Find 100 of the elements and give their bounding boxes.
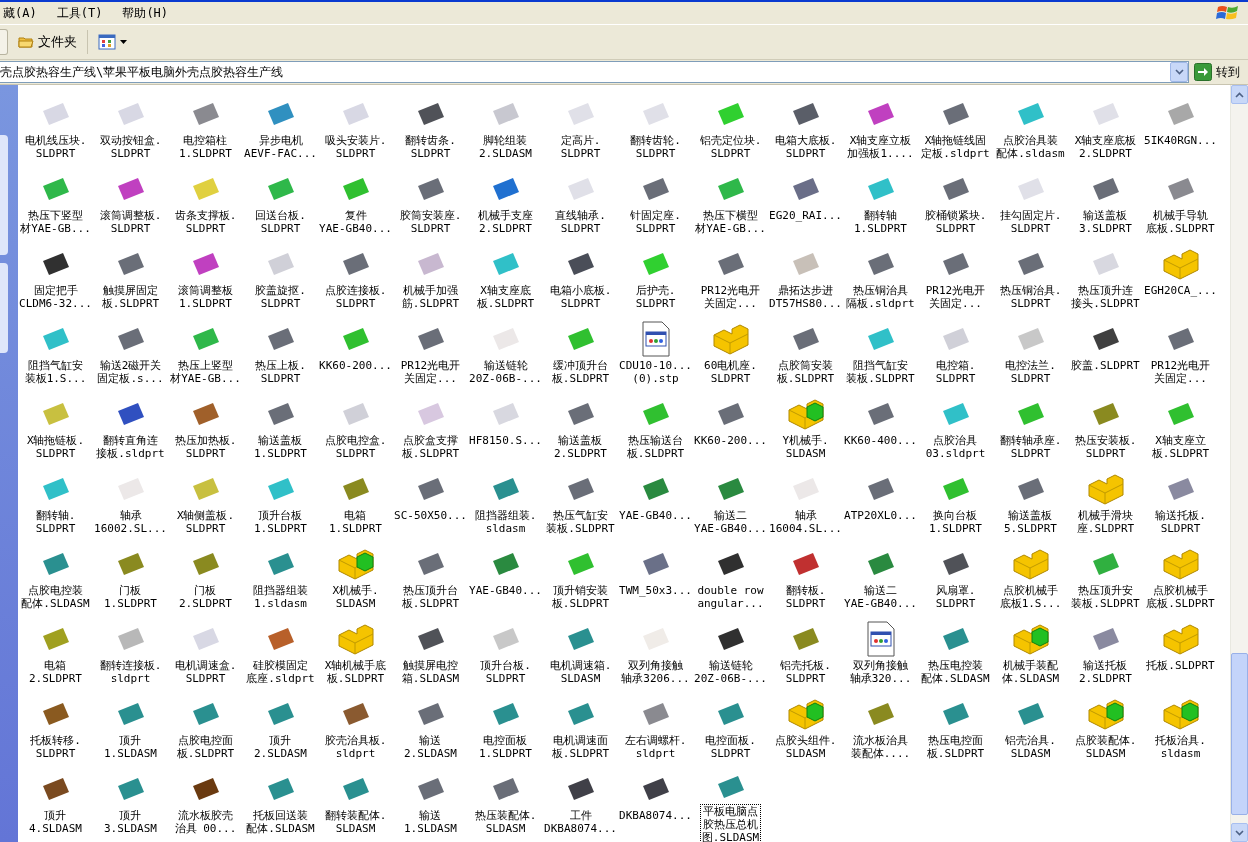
file-name[interactable]: 工件 DKBA8074...	[542, 808, 619, 836]
file-name[interactable]: X轴拖链线固 定板.sldprt	[919, 133, 992, 161]
file-name[interactable]: 胶壳治具板. sldprt	[322, 733, 389, 761]
file-name[interactable]: 翻转轴 1.SLDPRT	[852, 208, 909, 236]
file-name[interactable]: 点胶电控面 板.SLDPRT	[174, 733, 237, 761]
file-name[interactable]: 顶升 3.SLDASM	[102, 808, 159, 836]
file-name[interactable]: TWM_50x3...	[617, 583, 694, 598]
file-name[interactable]: 滚筒调整板. SLDPRT	[97, 208, 164, 236]
file-name[interactable]: 吸头安装片. SLDPRT	[322, 133, 389, 161]
file-name[interactable]: 电控箱. SLDPRT	[933, 358, 978, 386]
file-name[interactable]: 热压顶升安 装板.SLDPRT	[1069, 583, 1142, 611]
scrollbar[interactable]	[1230, 85, 1248, 842]
file-name[interactable]: 顶升 1.SLDASM	[102, 733, 159, 761]
file-name[interactable]: 电控法兰. SLDPRT	[1003, 358, 1058, 386]
file-name[interactable]: 直线轴承. SLDPRT	[553, 208, 608, 236]
file-name[interactable]: 点胶治具 03.sldprt	[923, 433, 988, 461]
file-name[interactable]: 顶升 2.SLDASM	[252, 733, 309, 761]
file-name[interactable]: 热压顶升台 板.SLDPRT	[399, 583, 462, 611]
file-name[interactable]: 机械手支座 2.SLDPRT	[476, 208, 535, 236]
file-name[interactable]: ATP20XL0...	[842, 508, 919, 523]
file-name[interactable]: 硅胶模固定 底座.sldprt	[244, 658, 317, 686]
file-name[interactable]: 输送 1.SLDASM	[402, 808, 459, 836]
file-name[interactable]: 阻挡气缸安 装板1.S...	[22, 358, 89, 386]
file-name[interactable]: KK60-200...	[692, 433, 769, 448]
file-name[interactable]: 轴承 16004.SL...	[767, 508, 844, 536]
menu-item[interactable]: 帮助(H)	[119, 4, 172, 22]
file-name[interactable]: 机械手加强 筋.SLDPRT	[399, 283, 462, 311]
file-name[interactable]: 双列角接触 轴承320...	[847, 658, 914, 686]
file-name[interactable]: double row angular...	[695, 583, 766, 611]
file-name[interactable]: 机械手导轨 底板.SLDPRT	[1144, 208, 1217, 236]
file-name[interactable]: EG20_RAI...	[767, 208, 844, 223]
file-name[interactable]: 齿条支撑板. SLDPRT	[172, 208, 239, 236]
folders-button[interactable]: 文件夹	[14, 30, 81, 54]
file-name[interactable]: 热压装配体. SLDASM	[472, 808, 539, 836]
file-name[interactable]: 风扇罩. SLDPRT	[933, 583, 978, 611]
file-name[interactable]: 双动按钮盒. SLDPRT	[97, 133, 164, 161]
file-name[interactable]: 定高片. SLDPRT	[558, 133, 603, 161]
file-name[interactable]: 热压输送台 板.SLDPRT	[624, 433, 687, 461]
file-name[interactable]: 输送2磁开关 固定板.s...	[95, 358, 166, 386]
file-name[interactable]: 阻挡器组装 1.sldasm	[251, 583, 310, 611]
file-name[interactable]: 顶升台板 1.SLDPRT	[252, 508, 309, 536]
file-name[interactable]: 点胶筒安装 板.SLDPRT	[774, 358, 837, 386]
menu-item[interactable]: 藏(A)	[0, 4, 40, 22]
file-name[interactable]: 电控面板 1.SLDPRT	[477, 733, 534, 761]
file-name[interactable]: 输送托板. SLDPRT	[1153, 508, 1208, 536]
file-name[interactable]: 流水板治具 装配体....	[848, 733, 913, 761]
file-name[interactable]: 输送盖板 2.SLDPRT	[552, 433, 609, 461]
file-name[interactable]: 滚筒调整板 1.SLDPRT	[176, 283, 235, 311]
file-name[interactable]: 点胶电控盒. SLDPRT	[322, 433, 389, 461]
file-name[interactable]: 托板转移. SLDPRT	[28, 733, 83, 761]
file-name[interactable]: 门板 2.SLDPRT	[177, 583, 234, 611]
file-name[interactable]: 热压电控装 配体.SLDASM	[919, 658, 992, 686]
menu-item[interactable]: 工具(T)	[53, 4, 106, 22]
file-name[interactable]: 输送托板 2.SLDPRT	[1077, 658, 1134, 686]
file-name[interactable]: 触摸屏固定 板.SLDPRT	[99, 283, 162, 311]
file-name[interactable]: 点胶治具装 配体.sldasm	[994, 133, 1067, 161]
file-name[interactable]: 复件 YAE-GB40...	[317, 208, 394, 236]
file-name[interactable]: 翻转齿轮. SLDPRT	[628, 133, 683, 161]
file-name[interactable]: 托板治具. sldasm	[1153, 733, 1208, 761]
file-name[interactable]: PR12光电开 关固定...	[923, 283, 988, 311]
file-name[interactable]: X机械手. SLDASM	[330, 583, 381, 611]
file-name[interactable]: 电箱 2.SLDPRT	[27, 658, 84, 686]
file-name[interactable]: 后护壳. SLDPRT	[633, 283, 678, 311]
file-name[interactable]: 热压顶升连 接头.SLDPRT	[1069, 283, 1142, 311]
file-name[interactable]: 输送盖板 1.SLDPRT	[252, 433, 309, 461]
file-name[interactable]: 电机调速箱. SLDASM	[547, 658, 614, 686]
file-name[interactable]: 脚轮组装 2.SLDASM	[477, 133, 534, 161]
file-name[interactable]: 60电机座. SLDPRT	[702, 358, 759, 386]
file-name[interactable]: HF8150.S...	[467, 433, 544, 448]
file-name[interactable]: 点胶盒支撑 板.SLDPRT	[399, 433, 462, 461]
file-name[interactable]: 电机调速面 板.SLDPRT	[549, 733, 612, 761]
file-name[interactable]: YAE-GB40...	[617, 508, 694, 523]
file-name[interactable]: 输送链轮 20Z-06B-...	[692, 658, 769, 686]
file-name[interactable]: YAE-GB40...	[467, 583, 544, 598]
file-name[interactable]: 热压上竖型 材YAE-GB...	[168, 358, 243, 386]
file-name[interactable]: 翻转装配体. SLDASM	[322, 808, 389, 836]
file-name[interactable]: 热压铜治具 隔板.sldprt	[844, 283, 917, 311]
file-name[interactable]: 异步电机 AEVF-FAC...	[242, 133, 319, 161]
file-name[interactable]: PR12光电开 关固定...	[398, 358, 463, 386]
address-field[interactable]: 壳点胶热容生产线\苹果平板电脑外壳点胶热容生产线	[0, 61, 1189, 83]
file-name[interactable]: X轴支座底 板.SLDPRT	[474, 283, 537, 311]
file-name[interactable]: 点胶装配体. SLDASM	[1072, 733, 1139, 761]
file-name[interactable]: 流水板胶壳 治具 00...	[172, 808, 239, 836]
file-name[interactable]: X轴机械手底 板.SLDPRT	[322, 658, 389, 686]
file-name[interactable]: 输送 2.SLDASM	[402, 733, 459, 761]
file-name[interactable]: 热压下横型 材YAE-GB...	[693, 208, 768, 236]
file-name[interactable]: 翻转齿条. SLDPRT	[403, 133, 458, 161]
file-name[interactable]: 点胶电控装 配体.SLDASM	[19, 583, 92, 611]
file-name[interactable]: CDU10-10... (0).stp	[617, 358, 694, 386]
file-name[interactable]: 胶盖旋抠. SLDPRT	[253, 283, 308, 311]
file-name[interactable]: 阻挡器组装. sldasm	[472, 508, 539, 536]
file-name[interactable]: 点胶连接板. SLDPRT	[322, 283, 389, 311]
file-name[interactable]: 顶升 4.SLDASM	[27, 808, 84, 836]
file-name[interactable]: 轴承 16002.SL...	[92, 508, 169, 536]
toolbar-button[interactable]	[0, 29, 8, 55]
file-name[interactable]: DKBA8074...	[617, 808, 694, 823]
file-name[interactable]: 热压安装板. SLDPRT	[1072, 433, 1139, 461]
scroll-up-button[interactable]	[1231, 85, 1248, 104]
file-name[interactable]: 热压电控面 板.SLDPRT	[924, 733, 987, 761]
file-name[interactable]: 门板 1.SLDPRT	[102, 583, 159, 611]
